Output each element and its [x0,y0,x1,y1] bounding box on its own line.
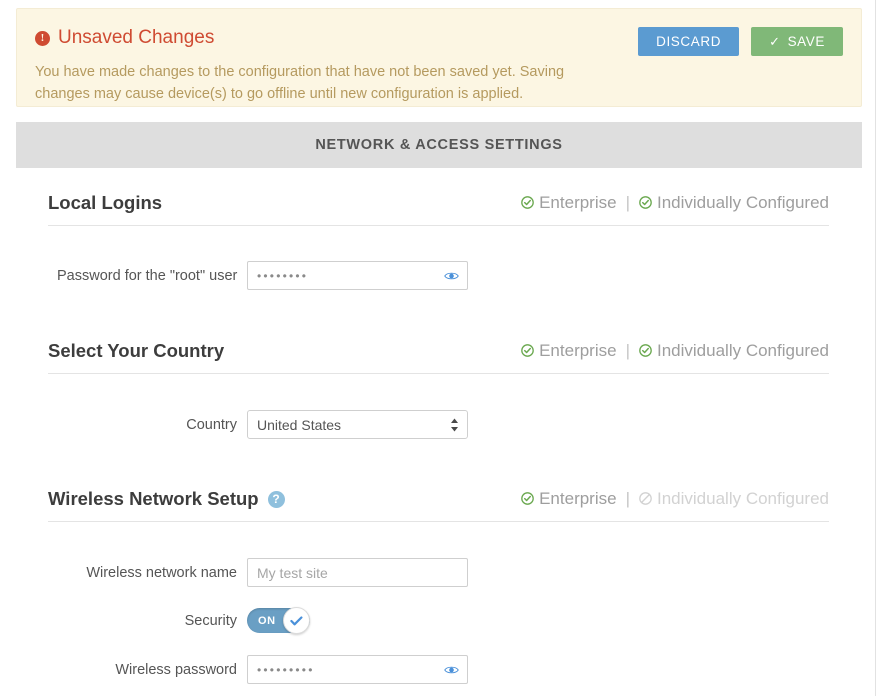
group-title: Wireless Network Setup ? [48,488,285,510]
group-title: Local Logins [48,192,162,214]
prohibited-circle-icon [639,492,652,505]
scope-individually-configured: Individually Configured [639,489,829,509]
check-circle-icon [521,344,534,357]
alert-title-text: Unsaved Changes [58,27,215,48]
group-title-text: Select Your Country [48,340,225,361]
root-password-value: •••••••• [257,268,309,283]
group-header: Local Logins Enterprise | Individually C… [48,192,829,226]
group-header: Select Your Country Enterprise | Individ… [48,340,829,374]
scope-enterprise[interactable]: Enterprise [521,192,617,213]
group-title-text: Local Logins [48,192,163,213]
discard-button[interactable]: DISCARD [638,27,740,56]
wireless-password-input[interactable]: ••••••••• [247,655,468,684]
section-header-bar: NETWORK & ACCESS SETTINGS [16,122,862,168]
eye-icon[interactable] [444,270,459,281]
country-select[interactable]: United States [247,410,468,439]
toggle-knob [283,607,310,634]
scope-individually-configured[interactable]: Individually Configured [639,193,829,213]
security-toggle-state: ON [258,614,276,627]
alert-button-group: DISCARD ✓ SAVE [638,27,843,56]
row-country: Country United States [57,410,829,439]
group-header: Wireless Network Setup ? Enterprise | In… [48,488,829,522]
check-circle-icon [521,196,534,209]
help-icon[interactable]: ? [267,490,285,508]
row-root-password: Password for the "root" user •••••••• [57,261,829,290]
check-icon: ✓ [769,34,781,49]
alert-title-row: ! Unsaved Changes [35,27,214,49]
scope-separator: | [625,340,630,360]
country-select-wrapper: United States [247,410,468,439]
discard-button-label: DISCARD [656,34,722,49]
scope-enterprise[interactable]: Enterprise [521,340,617,361]
scope-enterprise[interactable]: Enterprise [521,488,617,509]
wireless-password-value: ••••••••• [257,662,315,677]
scope-individual-label: Individually Configured [657,488,829,508]
scope-selector: Enterprise | Individually Configured [521,489,829,509]
scope-individual-label: Individually Configured [657,192,829,212]
check-circle-icon [639,344,652,357]
save-button-label: SAVE [787,34,825,49]
eye-icon[interactable] [444,664,459,675]
wireless-password-label: Wireless password [115,661,237,678]
row-wireless-network-name: Wireless network name My test site [57,558,829,587]
scope-selector: Enterprise | Individually Configured [521,193,829,213]
scope-individual-label: Individually Configured [657,340,829,360]
check-circle-icon [639,196,652,209]
scope-individually-configured[interactable]: Individually Configured [639,341,829,361]
scope-enterprise-label: Enterprise [539,192,617,212]
section-header-title: NETWORK & ACCESS SETTINGS [315,137,563,153]
group-wireless-network-setup: Wireless Network Setup ? Enterprise | In… [48,488,829,684]
scope-enterprise-label: Enterprise [539,340,617,360]
unsaved-changes-banner: ! Unsaved Changes You have made changes … [16,8,862,107]
wireless-network-name-placeholder: My test site [257,564,328,581]
row-wireless-password: Wireless password ••••••••• [57,655,829,684]
root-password-label: Password for the "root" user [57,267,238,284]
group-local-logins: Local Logins Enterprise | Individually C… [48,192,829,290]
wireless-network-name-label: Wireless network name [86,564,237,581]
root-password-input[interactable]: •••••••• [247,261,468,290]
group-select-country: Select Your Country Enterprise | Individ… [48,340,829,439]
group-title: Select Your Country [48,340,224,362]
wireless-network-name-input[interactable]: My test site [247,558,468,587]
scope-enterprise-label: Enterprise [539,488,617,508]
settings-page: ! Unsaved Changes You have made changes … [0,0,876,696]
country-label: Country [186,416,237,433]
scope-separator: | [625,192,630,212]
save-button[interactable]: ✓ SAVE [751,27,843,56]
scope-selector: Enterprise | Individually Configured [521,341,829,361]
security-label: Security [184,612,237,629]
group-title-text: Wireless Network Setup [48,488,259,509]
row-security-toggle: Security ON [57,607,829,634]
security-toggle[interactable]: ON [247,607,310,634]
scope-separator: | [625,488,630,508]
check-circle-icon [521,492,534,505]
alert-body-text: You have made changes to the configurati… [35,64,565,102]
check-icon [290,615,303,625]
alert-circle-icon: ! [35,30,50,46]
